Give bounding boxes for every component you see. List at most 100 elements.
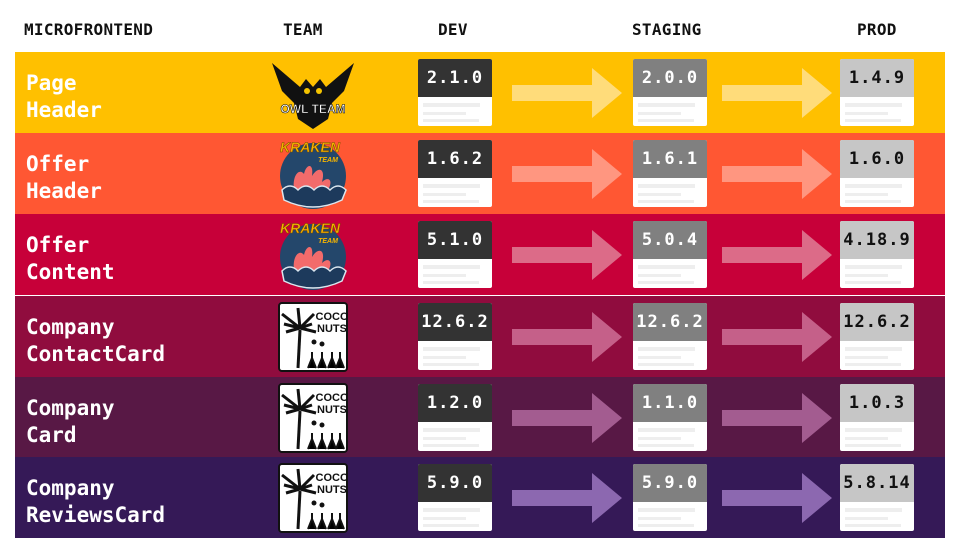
placeholder-line (845, 193, 888, 196)
placeholder-line (845, 265, 902, 269)
promote-dev-to-staging-arrow-icon (512, 230, 622, 280)
promote-staging-to-prod-arrow-icon (722, 312, 832, 362)
microfrontend-name: Page Header (26, 71, 102, 122)
prod-version-card: 12.6.2 (840, 303, 914, 370)
placeholder-line (845, 119, 901, 122)
staging-version-card: 5.9.0 (633, 464, 707, 531)
header-team: TEAM (283, 20, 323, 39)
microfrontend-name: Company Card (26, 396, 115, 447)
microfrontend-name: Company ContactCard (26, 315, 166, 366)
staging-version-card: 5.0.4 (633, 221, 707, 288)
microfrontend-row: Company ContactCard COCO NUTS 12.6.2 12.6.2 1… (15, 296, 945, 377)
coconuts-team-logo: COCO NUTS (270, 302, 356, 372)
svg-text:COCO: COCO (316, 311, 349, 323)
promote-staging-to-prod-arrow-icon (722, 149, 832, 199)
placeholder-line (423, 444, 479, 447)
dev-version-card: 1.2.0 (418, 384, 492, 451)
placeholder-line (423, 184, 480, 188)
placeholder-line (845, 517, 888, 520)
promote-dev-to-staging-arrow-icon (512, 312, 622, 362)
placeholder-line (423, 524, 479, 527)
placeholder-line (638, 281, 694, 284)
placeholder-line (423, 428, 480, 432)
dev-version: 1.6.2 (418, 140, 492, 178)
dev-version-card: 5.9.0 (418, 464, 492, 531)
prod-version-card: 5.8.14 (840, 464, 914, 531)
microfrontend-name: Offer Content (26, 233, 115, 284)
dev-version: 12.6.2 (418, 303, 492, 341)
placeholder-line (638, 347, 695, 351)
placeholder-line (845, 508, 902, 512)
microfrontend-row: Offer Content KRAKEN TEAM 5.1.0 5.0.4 4.18.9 (15, 214, 945, 295)
svg-text:KRAKEN: KRAKEN (280, 220, 341, 236)
staging-version: 2.0.0 (633, 59, 707, 97)
placeholder-line (423, 119, 479, 122)
placeholder-line (845, 200, 901, 203)
placeholder-line (638, 112, 681, 115)
placeholder-line (423, 356, 466, 359)
placeholder-line (638, 103, 695, 107)
placeholder-line (638, 265, 695, 269)
placeholder-line (638, 356, 681, 359)
dev-version-card: 12.6.2 (418, 303, 492, 370)
placeholder-line (845, 444, 901, 447)
staging-version-card: 1.6.1 (633, 140, 707, 207)
placeholder-line (423, 363, 479, 366)
placeholder-line (423, 112, 466, 115)
svg-text:TEAM: TEAM (318, 157, 338, 164)
placeholder-line (638, 274, 681, 277)
placeholder-line (423, 200, 479, 203)
svg-text:COCO: COCO (316, 472, 349, 484)
prod-version-card: 1.4.9 (840, 59, 914, 126)
prod-version: 5.8.14 (840, 464, 914, 502)
svg-text:NUTS: NUTS (317, 404, 347, 416)
staging-version: 1.1.0 (633, 384, 707, 422)
promote-dev-to-staging-arrow-icon (512, 393, 622, 443)
coconuts-team-logo: COCO NUTS (270, 463, 356, 533)
placeholder-line (423, 103, 480, 107)
staging-version-card: 2.0.0 (633, 59, 707, 126)
placeholder-line (845, 103, 902, 107)
placeholder-line (845, 274, 888, 277)
header-staging: STAGING (632, 20, 702, 39)
promote-dev-to-staging-arrow-icon (512, 68, 622, 118)
placeholder-line (845, 363, 901, 366)
placeholder-line (638, 508, 695, 512)
placeholder-line (423, 193, 466, 196)
prod-version-card: 1.0.3 (840, 384, 914, 451)
microfrontend-row: Page Header OWL TEAM 2.1.0 2.0.0 1.4.9 (15, 52, 945, 133)
header-dev: DEV (438, 20, 468, 39)
placeholder-line (423, 508, 480, 512)
staging-version: 5.9.0 (633, 464, 707, 502)
placeholder-line (423, 274, 466, 277)
microfrontend-name: Offer Header (26, 152, 102, 203)
svg-text:COCO: COCO (316, 392, 349, 404)
dev-version: 5.1.0 (418, 221, 492, 259)
placeholder-line (638, 444, 694, 447)
staging-version: 12.6.2 (633, 303, 707, 341)
svg-text:NUTS: NUTS (317, 323, 347, 335)
microfrontend-row: Offer Header KRAKEN TEAM 1.6.2 1.6.1 1.6.0 (15, 133, 945, 214)
placeholder-line (638, 428, 695, 432)
dev-version-card: 1.6.2 (418, 140, 492, 207)
svg-text:NUTS: NUTS (317, 484, 347, 496)
staging-version-card: 12.6.2 (633, 303, 707, 370)
placeholder-line (638, 200, 694, 203)
coconuts-team-logo: COCO NUTS (270, 383, 356, 453)
promote-staging-to-prod-arrow-icon (722, 473, 832, 523)
placeholder-line (845, 281, 901, 284)
microfrontend-row: Company Card COCO NUTS 1.2.0 1.1.0 1.0.3 (15, 377, 945, 458)
placeholder-line (845, 112, 888, 115)
microfrontend-name: Company ReviewsCard (26, 476, 166, 527)
kraken-team-logo: KRAKEN TEAM (270, 139, 356, 209)
dev-version-card: 5.1.0 (418, 221, 492, 288)
placeholder-line (638, 437, 681, 440)
staging-version-card: 1.1.0 (633, 384, 707, 451)
svg-text:KRAKEN: KRAKEN (280, 139, 341, 155)
prod-version-card: 1.6.0 (840, 140, 914, 207)
microfrontend-row: Company ReviewsCard COCO NUTS 5.9.0 5.9.0 5.8… (15, 457, 945, 538)
staging-version: 1.6.1 (633, 140, 707, 178)
prod-version: 4.18.9 (840, 221, 914, 259)
placeholder-line (845, 184, 902, 188)
placeholder-line (423, 437, 466, 440)
